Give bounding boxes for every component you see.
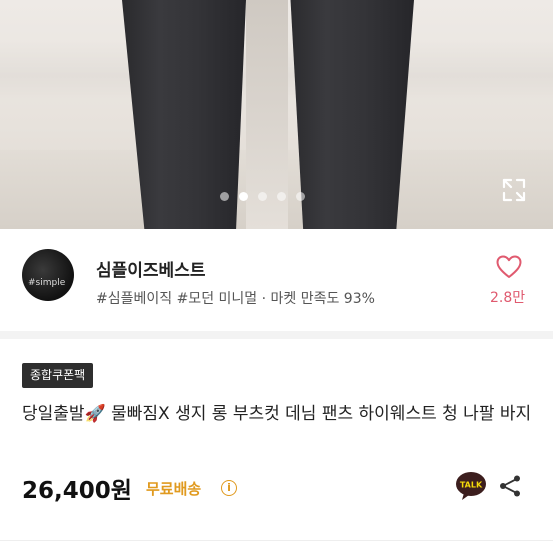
carousel-dots: [220, 192, 305, 201]
rocket-icon: 🚀: [84, 404, 106, 424]
talk-label: TALK: [460, 481, 483, 490]
seller-tags: #심플베이직 #모던 미니멀 · 마켓 만족도 93%: [96, 291, 375, 307]
free-shipping-label: 무료배송: [146, 480, 202, 498]
jeans-right-leg: [290, 0, 414, 229]
info-icon[interactable]: i: [221, 480, 237, 496]
kakao-talk-icon[interactable]: TALK: [455, 471, 487, 501]
product-image[interactable]: [0, 0, 553, 229]
expand-icon[interactable]: [501, 177, 527, 203]
carousel-dot-active[interactable]: [239, 192, 248, 201]
price: 26,400원: [22, 478, 132, 504]
carousel-dot[interactable]: [277, 192, 286, 201]
avatar[interactable]: #simple: [22, 249, 74, 301]
section-divider: [0, 331, 553, 339]
title-prefix: 당일출발: [22, 404, 85, 424]
avatar-text: #simple: [28, 278, 66, 288]
coupon-badge: 종합쿠폰팩: [22, 363, 94, 388]
seller-name[interactable]: 심플이즈베스트: [96, 256, 205, 281]
carousel-dot[interactable]: [258, 192, 267, 201]
bottom-divider: [0, 540, 553, 541]
product-title: 당일출발🚀 물빠짐X 생지 롱 부츠컷 데님 팬츠 하이웨스트 청 나팔 바지: [22, 400, 532, 428]
title-rest: 물빠짐X 생지 롱 부츠컷 데님 팬츠 하이웨스트 청 나팔 바지: [105, 404, 532, 424]
like-count: 2.8만: [490, 290, 526, 306]
carousel-dot[interactable]: [220, 192, 229, 201]
heart-icon[interactable]: [496, 255, 522, 279]
share-icon[interactable]: [498, 474, 522, 498]
carousel-dot[interactable]: [296, 192, 305, 201]
